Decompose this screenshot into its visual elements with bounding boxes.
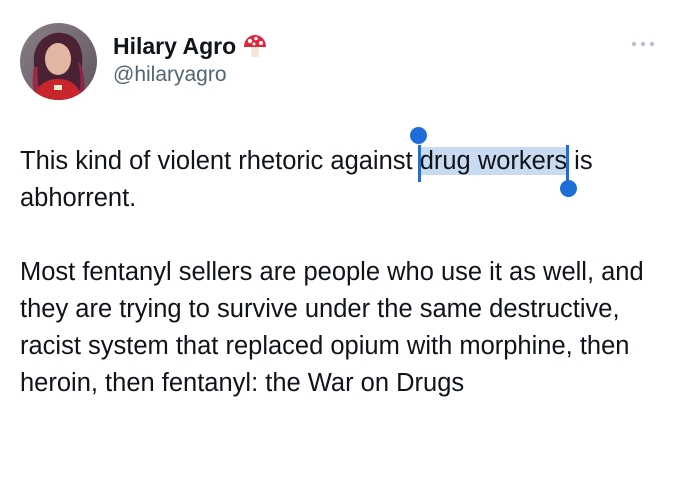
selection-start-caret bbox=[417, 145, 421, 182]
selection-end-handle[interactable] bbox=[559, 180, 577, 197]
text-selection[interactable]: drug workers bbox=[410, 127, 577, 197]
more-icon[interactable] bbox=[630, 36, 656, 47]
tweet-card: Hilary Agro @hilaryagro This kind of vio… bbox=[0, 0, 680, 495]
mushroom-icon bbox=[242, 33, 268, 59]
selection-start-handle[interactable] bbox=[410, 127, 428, 144]
selected-text: drug workers bbox=[419, 147, 568, 175]
text-before-selection: This kind of violent rhetoric against bbox=[20, 147, 420, 175]
selection-end-caret bbox=[566, 145, 570, 182]
tweet-paragraph-1: This kind of violent rhetoric against dr… bbox=[20, 127, 660, 217]
author-handle[interactable]: @hilaryagro bbox=[113, 62, 227, 88]
author-display-name[interactable]: Hilary Agro bbox=[113, 32, 236, 60]
avatar[interactable] bbox=[20, 23, 97, 100]
tweet-paragraph-2: Most fentanyl sellers are people who use… bbox=[20, 258, 644, 397]
tweet-text: This kind of violent rhetoric against dr… bbox=[20, 127, 660, 402]
author-name[interactable]: Hilary Agro bbox=[113, 32, 268, 60]
